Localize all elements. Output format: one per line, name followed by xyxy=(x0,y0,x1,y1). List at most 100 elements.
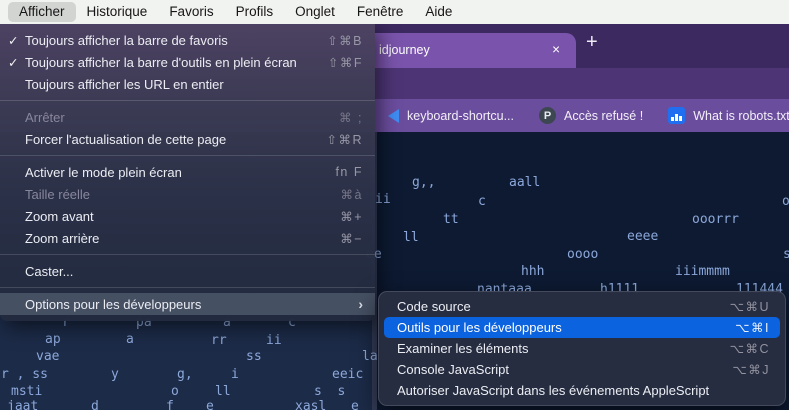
submenu-item-shortcut: ⌥⌘I xyxy=(735,321,770,335)
menu-item[interactable]: Options pour les développeurs › xyxy=(0,293,375,315)
menubar-item-onglet[interactable]: Onglet xyxy=(284,2,346,22)
menu-item-shortcut: ⌘+ xyxy=(340,209,363,224)
submenu-item-shortcut: ⌥⌘U xyxy=(729,300,770,314)
menu-item-label: Toujours afficher la barre d'outils en p… xyxy=(25,54,297,70)
submenu-item-label: Outils pour les développeurs xyxy=(397,320,562,335)
menu-item-shortcut: ⇧⌘F xyxy=(327,55,363,70)
submenu-item[interactable]: Console JavaScript ⌥⌘J xyxy=(384,359,780,380)
menu-separator xyxy=(0,254,375,255)
menu-item[interactable]: Caster... xyxy=(0,260,375,282)
submenu-item-label: Code source xyxy=(397,299,471,314)
ascii-art-fragment: hhh xyxy=(521,264,545,279)
ascii-art-fragment: tt xyxy=(443,212,459,227)
menu-item-shortcut: ⌘ ; xyxy=(339,110,363,125)
menubar-item-profils[interactable]: Profils xyxy=(225,2,285,22)
menu-item-label: Activer le mode plein écran xyxy=(25,164,182,180)
ascii-art-fragment: ll xyxy=(403,230,419,245)
ascii-art-fragment: o xyxy=(171,384,179,399)
bookmark-label: Accès refusé ! xyxy=(564,108,644,123)
menu-item-label: Zoom avant xyxy=(25,208,94,224)
ascii-art-fragment: ll xyxy=(215,384,231,399)
menu-item-label: Forcer l'actualisation de cette page xyxy=(25,131,227,147)
bookmark-bar-chart-icon xyxy=(668,107,686,124)
tab-title: idjourney xyxy=(379,43,430,57)
ascii-art-fragment: msti xyxy=(11,384,43,399)
menu-item-shortcut: ⇧⌘R xyxy=(326,132,363,147)
menu-item-label: Toujours afficher la barre de favoris xyxy=(25,32,228,48)
ascii-art-fragment: y xyxy=(111,367,119,382)
menu-item-label: Toujours afficher les URL en entier xyxy=(25,76,224,92)
ascii-art-fragment: oooo xyxy=(567,247,599,262)
menu-item: Arrêter ⌘ ; xyxy=(0,106,375,128)
ascii-art-fragment: ii xyxy=(375,192,391,207)
ascii-art-fragment: la xyxy=(362,349,378,364)
tab-close-icon[interactable]: × xyxy=(552,42,560,57)
menubar-item-afficher[interactable]: Afficher xyxy=(8,2,76,22)
view-menu-dropdown: ✓ Toujours afficher la barre de favoris ⇧⌘… xyxy=(0,24,375,321)
ascii-art-fragment: o xyxy=(782,194,789,209)
menu-item-shortcut: fn F xyxy=(335,165,363,179)
menu-item-shortcut: ⌘− xyxy=(340,231,363,246)
submenu-item[interactable]: Outils pour les développeurs ⌥⌘I xyxy=(384,317,780,338)
menu-item[interactable]: Zoom arrière ⌘− xyxy=(0,227,375,249)
submenu-item[interactable]: Code source ⌥⌘U xyxy=(384,296,780,317)
screen: idjourney × + keyboard-shortcu... P Accès … xyxy=(0,0,789,410)
menubar-item-fenêtre[interactable]: Fenêtre xyxy=(346,2,415,22)
ascii-art-fragment: g, xyxy=(177,367,193,382)
ascii-art-fragment: iiimmmm xyxy=(675,264,730,279)
active-tab[interactable]: idjourney × xyxy=(352,33,576,68)
ascii-art-fragment: r , ss xyxy=(1,367,48,382)
ascii-art-fragment: vae xyxy=(36,349,60,364)
menu-bar: Afficher Historique Favoris Profils Onglet Fe… xyxy=(0,0,789,24)
submenu-item-label: Autoriser JavaScript dans les événements… xyxy=(397,383,710,398)
menu-item-label: Taille réelle xyxy=(25,186,91,202)
menu-separator xyxy=(0,155,375,156)
menu-item[interactable]: Forcer l'actualisation de cette page ⇧⌘R xyxy=(0,128,375,150)
menu-item[interactable]: ✓ Toujours afficher la barre de favoris ⇧⌘… xyxy=(0,29,375,51)
ascii-art-fragment: eeic xyxy=(332,367,364,382)
ascii-art-fragment: ap xyxy=(45,332,61,347)
ascii-art-fragment: ooorrr xyxy=(692,212,739,227)
ascii-art-fragment: eeee xyxy=(627,229,659,244)
checkmark-icon: ✓ xyxy=(8,33,19,48)
bookmark-label: What is robots.txt... xyxy=(693,108,789,123)
menu-item-label: Zoom arrière xyxy=(25,230,100,246)
submenu-item-shortcut: ⌥⌘J xyxy=(732,363,770,377)
ascii-art-fragment: e xyxy=(206,399,214,410)
menu-separator xyxy=(0,100,375,101)
menu-item-shortcut: ⌘à xyxy=(340,187,363,202)
menu-item[interactable]: Activer le mode plein écran fn F xyxy=(0,161,375,183)
ascii-art-fragment: rr xyxy=(211,333,227,348)
menu-separator xyxy=(0,287,375,288)
checkmark-icon: ✓ xyxy=(8,55,19,70)
submenu-item-shortcut: ⌥⌘C xyxy=(729,342,770,356)
bookmark-arrow-icon xyxy=(388,108,399,123)
menubar-item-historique[interactable]: Historique xyxy=(76,2,159,22)
bookmark-item[interactable]: P Accès refusé ! xyxy=(539,107,643,124)
bookmark-item[interactable]: What is robots.txt... xyxy=(668,107,789,124)
menu-item-label: Caster... xyxy=(25,263,74,279)
ascii-art-fragment: jaat xyxy=(7,399,39,410)
ascii-art-fragment: c xyxy=(478,194,486,209)
submenu-item-label: Examiner les éléments xyxy=(397,341,529,356)
bookmark-label: keyboard-shortcu... xyxy=(407,108,514,123)
developer-submenu: Code source ⌥⌘U Outils pour les développeu… xyxy=(378,291,786,406)
menubar-item-favoris[interactable]: Favoris xyxy=(158,2,224,22)
menu-item-label: Options pour les développeurs xyxy=(25,296,202,312)
bookmark-p-badge-icon: P xyxy=(539,107,556,124)
bookmark-item[interactable]: keyboard-shortcu... xyxy=(388,108,514,123)
ascii-art-fragment: s s xyxy=(314,384,346,399)
menu-item[interactable]: ✓ Toujours afficher la barre d'outils en … xyxy=(0,51,375,73)
menu-item[interactable]: Zoom avant ⌘+ xyxy=(0,205,375,227)
menu-item: Taille réelle ⌘à xyxy=(0,183,375,205)
ascii-art-fragment: s xyxy=(783,247,789,262)
new-tab-button[interactable]: + xyxy=(586,31,598,54)
ascii-art-fragment: ii xyxy=(266,333,282,348)
menu-item[interactable]: Toujours afficher les URL en entier xyxy=(0,73,375,95)
submenu-item[interactable]: Autoriser JavaScript dans les événements… xyxy=(384,380,780,401)
ascii-art-fragment: e xyxy=(351,399,359,410)
menu-item-label: Arrêter xyxy=(25,109,65,125)
submenu-item-label: Console JavaScript xyxy=(397,362,509,377)
menubar-item-aide[interactable]: Aide xyxy=(414,2,463,22)
submenu-item[interactable]: Examiner les éléments ⌥⌘C xyxy=(384,338,780,359)
